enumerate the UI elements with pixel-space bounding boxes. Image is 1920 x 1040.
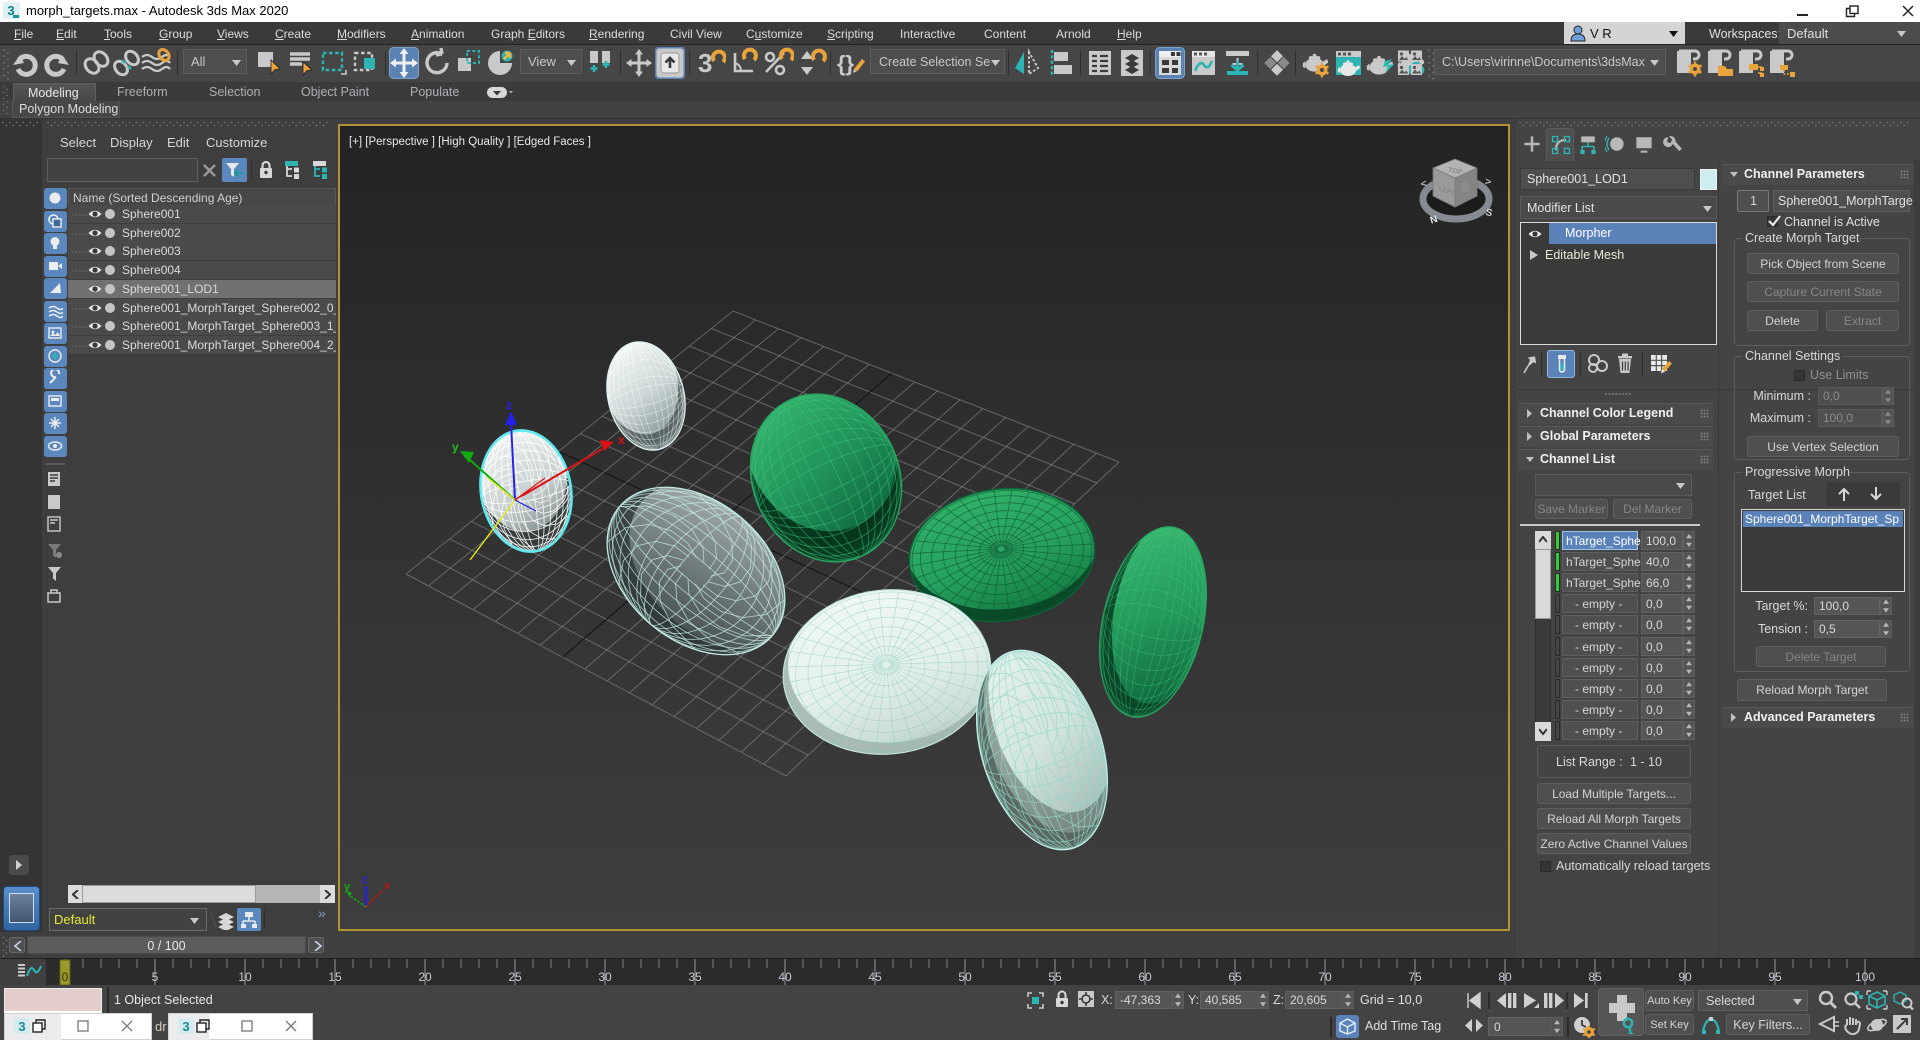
svg-text:35: 35 xyxy=(688,970,702,984)
svg-text:60: 60 xyxy=(1138,970,1152,984)
svg-text:75: 75 xyxy=(1408,970,1422,984)
svg-text:{}: {} xyxy=(837,51,855,76)
svg-text:z: z xyxy=(506,398,512,412)
svg-text:85: 85 xyxy=(1588,970,1602,984)
svg-text:90: 90 xyxy=(1678,970,1692,984)
svg-text:3: 3 xyxy=(182,1019,189,1034)
svg-text:y: y xyxy=(344,881,351,893)
svg-text:95: 95 xyxy=(1768,970,1782,984)
svg-text:100: 100 xyxy=(1855,970,1875,984)
svg-text:5: 5 xyxy=(152,970,159,984)
svg-text:3: 3 xyxy=(18,1019,25,1034)
svg-text:45: 45 xyxy=(868,970,882,984)
svg-text:30: 30 xyxy=(598,970,612,984)
svg-text:25: 25 xyxy=(508,970,522,984)
svg-text:z: z xyxy=(362,874,368,886)
svg-text:x: x xyxy=(618,433,625,447)
svg-text:40: 40 xyxy=(778,970,792,984)
svg-text:70: 70 xyxy=(1318,970,1332,984)
svg-text:[+] [Perspective ] [High Quali: [+] [Perspective ] [High Quality ] [Edge… xyxy=(349,136,591,148)
svg-text:x: x xyxy=(384,880,391,892)
svg-text:65: 65 xyxy=(1228,970,1242,984)
svg-text:55: 55 xyxy=(1048,970,1062,984)
svg-text:y: y xyxy=(452,440,459,454)
svg-text:10: 10 xyxy=(238,970,252,984)
svg-text:3: 3 xyxy=(698,48,712,78)
svg-text:50: 50 xyxy=(958,970,972,984)
svg-text:80: 80 xyxy=(1498,970,1512,984)
svg-text:15: 15 xyxy=(328,970,342,984)
svg-text:20: 20 xyxy=(418,970,432,984)
svg-text:0: 0 xyxy=(62,970,69,984)
